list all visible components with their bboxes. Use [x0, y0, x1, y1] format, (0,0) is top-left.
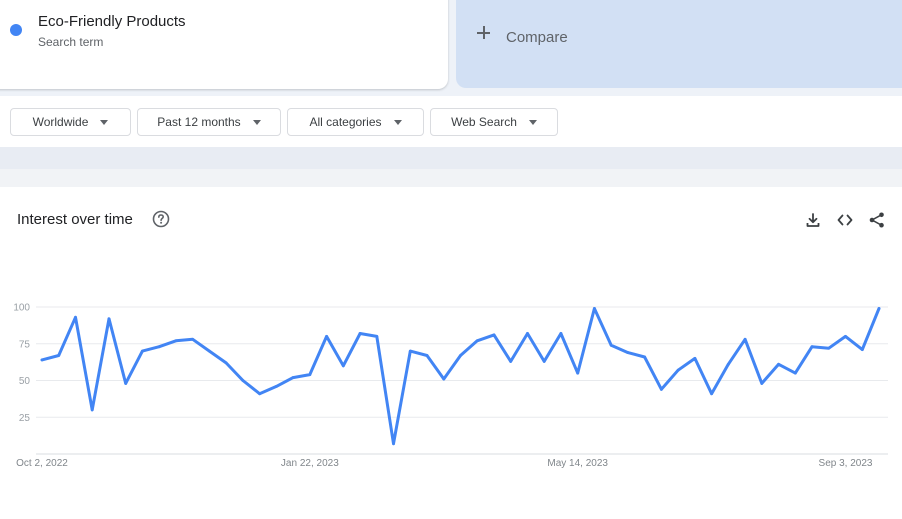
filter-search-type-label: Web Search	[451, 115, 517, 129]
data-point[interactable]	[274, 384, 278, 388]
section-divider	[0, 169, 902, 187]
data-point[interactable]	[375, 335, 379, 338]
data-point[interactable]	[408, 349, 412, 353]
data-point[interactable]	[358, 332, 362, 335]
dropdown-arrow-icon	[252, 119, 261, 125]
filter-location-label: Worldwide	[32, 115, 89, 129]
data-point[interactable]	[492, 333, 496, 337]
series-line[interactable]	[40, 307, 881, 446]
data-point[interactable]	[676, 368, 680, 372]
compare-button[interactable]: Compare	[456, 0, 902, 88]
data-point[interactable]	[777, 362, 780, 366]
plus-icon	[476, 25, 492, 41]
data-point[interactable]	[576, 371, 580, 375]
y-tick-label: 50	[19, 376, 31, 387]
data-point[interactable]	[542, 359, 546, 363]
data-point[interactable]	[710, 392, 713, 396]
interest-line-chart[interactable]: 25 50 75 100 Oct 2, 2022 Jan 22, 2023 May 14,…	[0, 187, 902, 519]
filter-category-label: All categories	[309, 115, 382, 129]
data-point[interactable]	[726, 362, 730, 366]
data-point[interactable]	[459, 354, 462, 357]
data-point[interactable]	[626, 351, 630, 354]
data-point[interactable]	[157, 345, 161, 349]
data-point[interactable]	[392, 442, 395, 446]
filter-location-dropdown[interactable]: Worldwide	[10, 108, 131, 136]
data-point[interactable]	[208, 349, 211, 353]
compare-label: Compare	[506, 29, 568, 46]
data-point[interactable]	[325, 335, 328, 338]
data-point[interactable]	[760, 382, 764, 385]
data-point[interactable]	[877, 307, 881, 310]
filter-time-range-dropdown[interactable]: Past 12 months	[137, 108, 281, 136]
data-point[interactable]	[659, 387, 663, 391]
search-term-name[interactable]: Eco-Friendly Products	[38, 13, 186, 30]
data-point[interactable]	[559, 332, 563, 335]
data-point[interactable]	[258, 392, 262, 396]
filter-time-range-label: Past 12 months	[157, 115, 241, 129]
data-point[interactable]	[860, 348, 864, 352]
data-point[interactable]	[743, 337, 747, 341]
x-tick-label: Oct 2, 2022	[16, 458, 68, 469]
y-tick-label: 100	[13, 303, 30, 314]
series-color-dot	[10, 24, 22, 36]
data-point[interactable]	[308, 373, 312, 377]
x-tick-label: Sep 3, 2023	[819, 458, 873, 469]
data-point[interactable]	[191, 337, 195, 341]
data-point[interactable]	[844, 335, 847, 338]
data-point[interactable]	[141, 349, 144, 353]
filter-category-dropdown[interactable]: All categories	[287, 108, 424, 136]
data-point[interactable]	[341, 364, 345, 368]
x-tick-label: Jan 22, 2023	[281, 458, 339, 469]
section-divider	[0, 147, 902, 169]
data-point[interactable]	[475, 339, 479, 343]
data-point[interactable]	[425, 354, 429, 357]
dropdown-arrow-icon	[393, 119, 402, 125]
data-point[interactable]	[124, 382, 128, 385]
data-point[interactable]	[810, 345, 814, 349]
y-tick-label: 25	[19, 413, 31, 424]
data-point[interactable]	[526, 332, 529, 335]
data-point[interactable]	[74, 315, 77, 319]
data-point[interactable]	[90, 408, 94, 412]
data-point[interactable]	[57, 354, 61, 357]
x-tick-label: May 14, 2023	[547, 458, 608, 469]
dropdown-arrow-icon	[100, 119, 109, 125]
data-point[interactable]	[224, 361, 228, 365]
data-point[interactable]	[643, 355, 647, 359]
data-point[interactable]	[793, 371, 797, 375]
data-point[interactable]	[693, 357, 697, 360]
search-term-card[interactable]: Eco-Friendly Products Search term	[0, 0, 448, 89]
data-point[interactable]	[107, 317, 111, 321]
data-point[interactable]	[509, 359, 513, 363]
dropdown-arrow-icon	[528, 119, 537, 125]
data-point[interactable]	[609, 343, 613, 347]
y-tick-label: 75	[19, 339, 31, 350]
search-term-type: Search term	[38, 35, 104, 49]
filter-bar: Worldwide Past 12 months All categories …	[0, 96, 902, 147]
data-point[interactable]	[40, 358, 44, 362]
data-point[interactable]	[593, 307, 596, 310]
interest-over-time-card: Interest over time 25 50 75 100 Oct 2, 2022…	[0, 187, 902, 519]
search-header: Eco-Friendly Products Search term Compar…	[0, 0, 902, 96]
data-point[interactable]	[442, 377, 446, 381]
data-point[interactable]	[827, 346, 831, 350]
data-point[interactable]	[241, 379, 245, 382]
data-point[interactable]	[174, 339, 178, 343]
filter-search-type-dropdown[interactable]: Web Search	[430, 108, 558, 136]
data-point[interactable]	[291, 376, 295, 379]
